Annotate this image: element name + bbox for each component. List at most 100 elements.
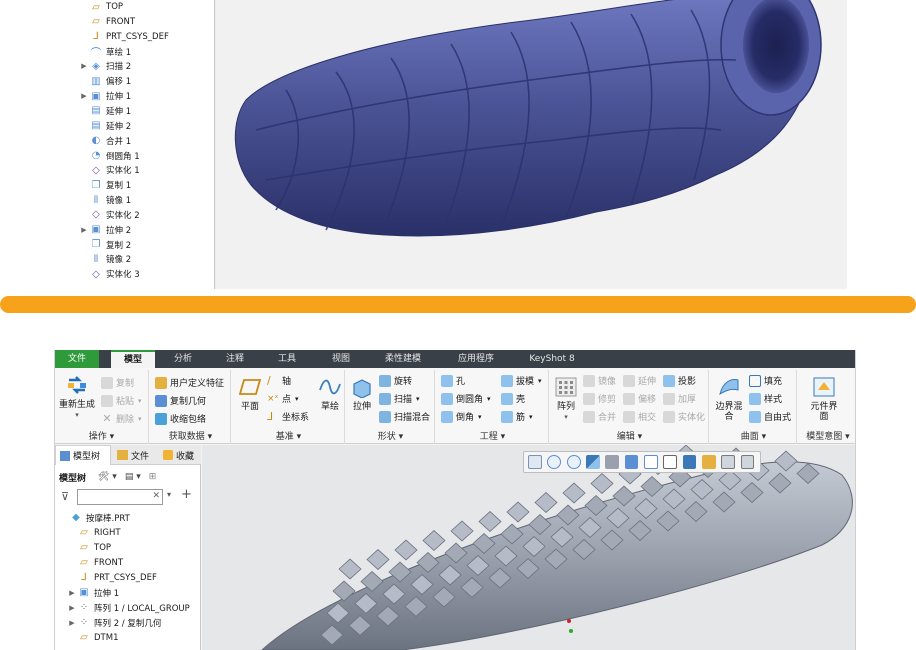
- revolve-button[interactable]: 旋转: [379, 374, 412, 387]
- tab-model-tree[interactable]: 模型树: [55, 445, 111, 465]
- menu-item[interactable]: 工具: [267, 350, 307, 368]
- clear-search-icon[interactable]: ✕: [152, 491, 160, 501]
- freestyle-button[interactable]: 自由式: [749, 410, 791, 423]
- search-dropdown-icon[interactable]: ▾: [167, 490, 171, 499]
- display-style-icon[interactable]: [605, 455, 620, 469]
- axis-button[interactable]: / 轴: [267, 374, 291, 387]
- hole-button[interactable]: 孔: [441, 374, 465, 387]
- pattern-button[interactable]: 阵列 ▾: [553, 376, 579, 422]
- bottom-tree-item[interactable]: ▱ DTM1: [67, 630, 118, 645]
- udf-button[interactable]: 用户定义特征: [155, 376, 224, 389]
- top-tree-item[interactable]: ◇ 实体化 2: [79, 208, 139, 222]
- top-tree-item[interactable]: ⫴ 镜像 2: [79, 252, 131, 266]
- merge-button[interactable]: 合并: [583, 410, 616, 423]
- fill-button[interactable]: 填充: [749, 374, 782, 387]
- bottom-tree-item[interactable]: ▱ TOP: [67, 540, 111, 555]
- top-tree-item[interactable]: ◇ 实体化 3: [79, 267, 139, 281]
- top-tree-item[interactable]: ▶ ▣ 拉伸 1: [79, 89, 131, 103]
- expand-arrow-icon[interactable]: ▶: [79, 92, 89, 100]
- top-tree-item[interactable]: ▶ ◈ 扫描 2: [79, 59, 131, 73]
- top-graphics-window[interactable]: [216, 0, 847, 289]
- sweep-button[interactable]: 扫描 ▾: [379, 392, 420, 405]
- top-tree-item[interactable]: ◔ 倒圆角 1: [79, 149, 140, 163]
- chamfer-button[interactable]: 倒角 ▾: [441, 410, 482, 423]
- expand-arrow-icon[interactable]: ▶: [79, 62, 89, 70]
- draft-button[interactable]: 拔模 ▾: [501, 374, 542, 387]
- top-tree-item[interactable]: ◇ 实体化 1: [79, 163, 139, 177]
- project-button[interactable]: 投影: [663, 374, 696, 387]
- top-tree-item[interactable]: ⌒ 草绘 1: [79, 45, 131, 60]
- menu-item[interactable]: 模型: [111, 350, 155, 368]
- swept-blend-button[interactable]: 扫描混合: [379, 410, 430, 423]
- bottom-tree-item[interactable]: ▱ FRONT: [67, 555, 123, 570]
- view-manager-icon[interactable]: [643, 455, 658, 469]
- menu-item[interactable]: 注释: [215, 350, 255, 368]
- top-tree-item[interactable]: ⅃ PRT_CSYS_DEF: [79, 30, 169, 44]
- offset-button[interactable]: 偏移: [623, 392, 656, 405]
- refit-icon[interactable]: [528, 455, 542, 469]
- engineering-group-label[interactable]: 工程 ▾: [437, 429, 548, 442]
- bottom-tree-item[interactable]: ⅃ PRT_CSYS_DEF: [67, 570, 157, 585]
- solidify-button[interactable]: 实体化: [663, 410, 705, 423]
- shell-button[interactable]: 壳: [501, 392, 525, 405]
- zoom-out-icon[interactable]: [566, 455, 581, 469]
- saved-orientations-icon[interactable]: [624, 455, 639, 469]
- editing-group-label[interactable]: 编辑 ▾: [551, 429, 708, 442]
- operations-group-label[interactable]: 操作 ▾: [55, 429, 148, 442]
- get-data-group-label[interactable]: 获取数据 ▾: [151, 429, 230, 442]
- component-interface-button[interactable]: 元件界面: [807, 376, 841, 422]
- boundary-blend-button[interactable]: 边界混合: [713, 376, 745, 422]
- model-intent-group-label[interactable]: 模型意图 ▾: [799, 429, 855, 442]
- paste-button[interactable]: 粘贴 ▾: [101, 394, 142, 407]
- expand-arrow-icon[interactable]: ▶: [67, 589, 77, 597]
- rib-button[interactable]: 筋 ▾: [501, 410, 533, 423]
- copy-button[interactable]: 复制: [101, 376, 134, 389]
- csys-button[interactable]: ⅃ 坐标系: [267, 410, 309, 423]
- tree-filter-options-icon[interactable]: ⊞: [149, 472, 157, 482]
- expand-arrow-icon[interactable]: ▶: [67, 604, 77, 612]
- regenerate-button[interactable]: 重新生成 ▾: [58, 374, 96, 420]
- csys-display-icon[interactable]: [740, 455, 755, 469]
- repaint-icon[interactable]: [586, 455, 600, 469]
- sketch-button[interactable]: 草绘: [317, 376, 343, 412]
- bottom-tree-item[interactable]: ▱ RIGHT: [67, 525, 120, 540]
- menu-item[interactable]: 文件: [55, 350, 99, 368]
- surfaces-group-label[interactable]: 曲面 ▾: [711, 429, 796, 442]
- plane-button[interactable]: 平面: [237, 376, 263, 412]
- zoom-in-icon[interactable]: [547, 455, 562, 469]
- style-button[interactable]: 样式: [749, 392, 782, 405]
- top-tree-item[interactable]: ▥ 偏移 1: [79, 74, 131, 88]
- round-button[interactable]: 倒圆角 ▾: [441, 392, 491, 405]
- tree-search-input[interactable]: ✕: [77, 489, 163, 505]
- top-tree-item[interactable]: ◐ 合并 1: [79, 134, 132, 148]
- delete-button[interactable]: ✕ 删除 ▾: [101, 412, 141, 425]
- tab-favorites[interactable]: 收藏: [159, 445, 201, 465]
- menu-item[interactable]: KeyShot 8: [519, 350, 585, 368]
- dropdown-arrow-icon[interactable]: ▾: [75, 410, 79, 420]
- bottom-tree-item[interactable]: ▶ ▣ 拉伸 1: [67, 585, 119, 600]
- expand-arrow-icon[interactable]: ▶: [67, 619, 77, 627]
- datum-display-icon[interactable]: [682, 455, 697, 469]
- expand-arrow-icon[interactable]: ▶: [79, 226, 89, 234]
- menu-item[interactable]: 视图: [320, 350, 362, 368]
- tree-settings-icon[interactable]: 🛠 ▾: [98, 472, 117, 482]
- tab-files[interactable]: 文件: [113, 445, 157, 465]
- perspective-icon[interactable]: [663, 455, 678, 469]
- shrinkwrap-button[interactable]: 收缩包络: [155, 412, 206, 425]
- bottom-tree-item[interactable]: ▶ ⁘ 阵列 1 / LOCAL_GROUP: [67, 600, 189, 615]
- top-tree-item[interactable]: ❐ 复制 1: [79, 178, 132, 192]
- intersect-button[interactable]: 相交: [623, 410, 656, 423]
- copy-geometry-button[interactable]: 复制几何: [155, 394, 206, 407]
- filter-icon[interactable]: ⊽: [61, 490, 69, 503]
- menu-item[interactable]: 柔性建模: [377, 350, 429, 368]
- menu-item[interactable]: 应用程序: [447, 350, 505, 368]
- bottom-tree-item[interactable]: ▶ ⁘ 阵列 2 / 复制几何: [67, 615, 161, 630]
- trim-button[interactable]: 修剪: [583, 392, 616, 405]
- tree-columns-icon[interactable]: ▤ ▾: [125, 472, 141, 482]
- top-model-tree[interactable]: ▱ TOP ▱ FRONT ⅃ PRT_CSYS_DEF ⌒ 草绘 1 ▶ ◈ 扫描 2 ▥ 偏移 1 ▶…: [75, 0, 215, 289]
- extend-button[interactable]: 延伸: [623, 374, 656, 387]
- datum-group-label[interactable]: 基准 ▾: [233, 429, 344, 442]
- add-filter-icon[interactable]: +: [181, 487, 192, 502]
- thicken-button[interactable]: 加厚: [663, 392, 696, 405]
- top-tree-item[interactable]: ▱ FRONT: [79, 15, 135, 29]
